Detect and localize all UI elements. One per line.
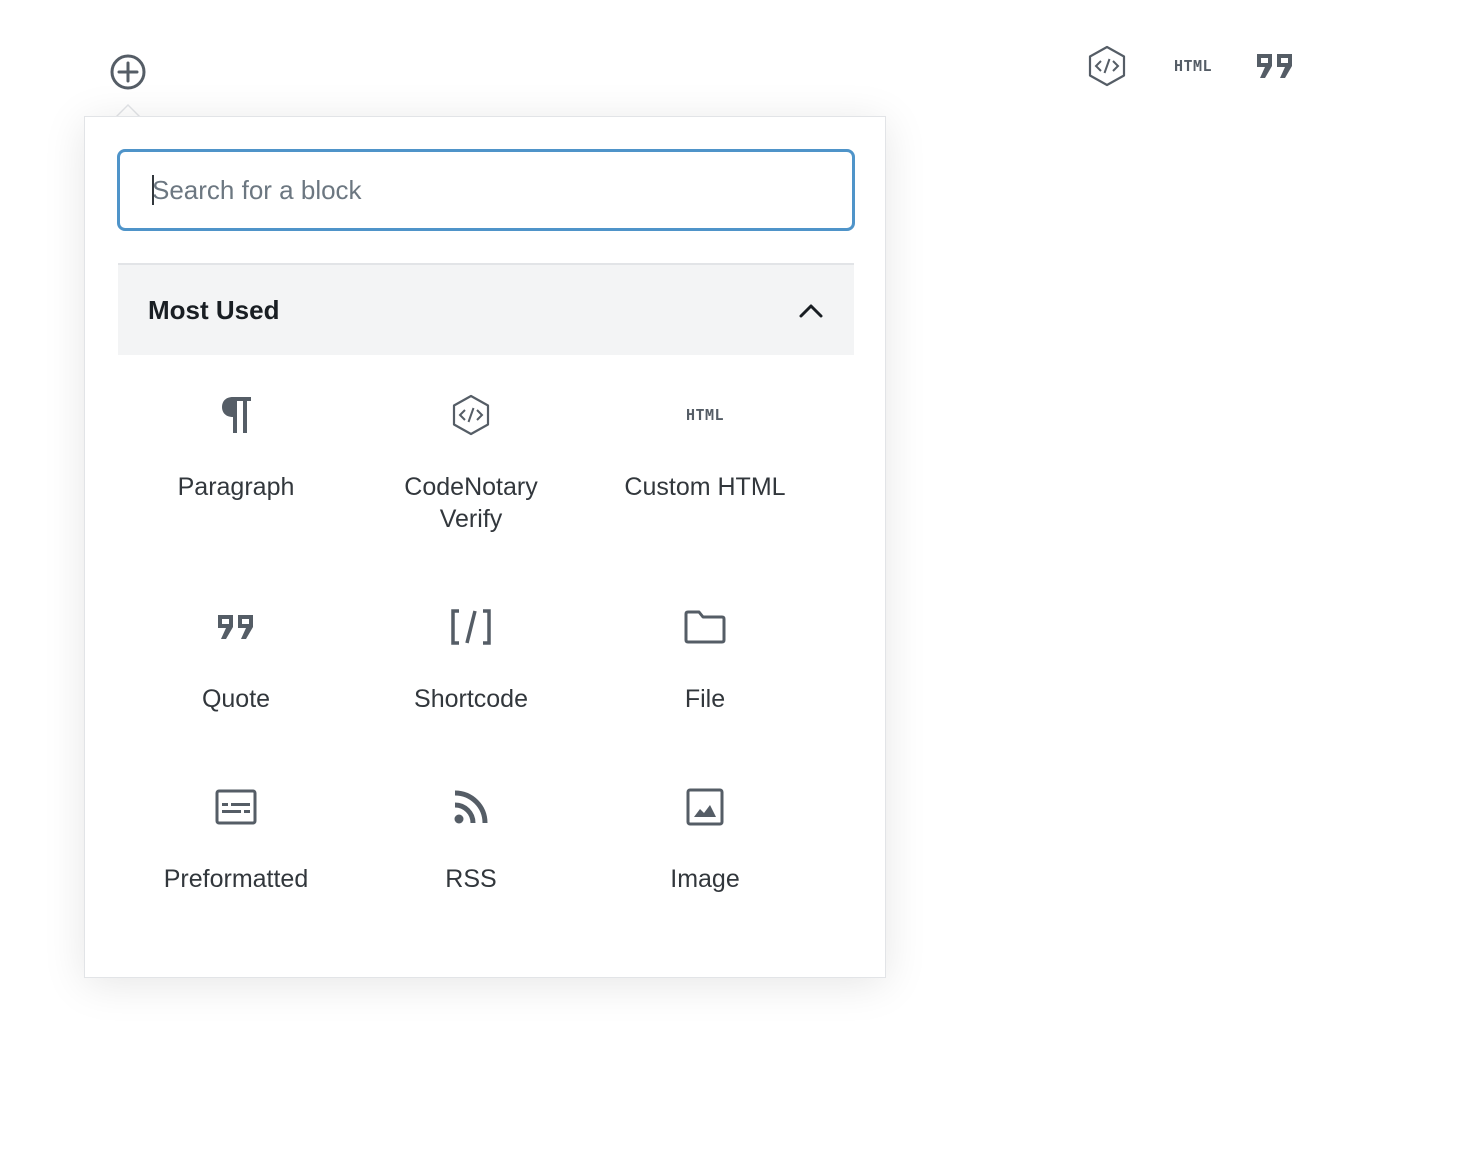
shortcode-icon bbox=[451, 609, 491, 645]
block-item-preformatted[interactable]: Preformatted bbox=[119, 777, 353, 895]
codenotary-icon bbox=[1088, 45, 1126, 87]
block-search bbox=[117, 149, 855, 231]
block-item-custom-html[interactable]: HTML Custom HTML bbox=[588, 385, 822, 503]
add-block-button[interactable] bbox=[108, 52, 148, 92]
shortcut-quote-button[interactable] bbox=[1250, 40, 1300, 92]
block-label: Paragraph bbox=[177, 473, 295, 501]
block-item-file[interactable]: File bbox=[588, 597, 822, 715]
block-item-paragraph[interactable]: Paragraph bbox=[119, 385, 353, 503]
html-icon: HTML bbox=[685, 406, 725, 424]
block-label: RSS bbox=[445, 865, 497, 893]
quote-icon bbox=[1257, 54, 1292, 78]
block-item-quote[interactable]: Quote bbox=[119, 597, 353, 715]
block-label: Shortcode bbox=[414, 685, 528, 713]
codenotary-icon bbox=[452, 394, 490, 436]
block-item-rss[interactable]: RSS bbox=[354, 777, 588, 895]
block-inserter-popover: Most Used Paragraph bbox=[84, 116, 886, 978]
plus-circle-icon bbox=[110, 54, 146, 90]
block-label: File bbox=[684, 685, 726, 713]
chevron-up-icon bbox=[799, 304, 823, 318]
image-icon bbox=[686, 788, 724, 826]
paragraph-icon bbox=[222, 397, 251, 433]
block-label: Image bbox=[670, 865, 740, 893]
shortcut-html-button[interactable]: HTML bbox=[1160, 40, 1226, 92]
block-label: Quote bbox=[201, 685, 271, 713]
quote-icon bbox=[218, 615, 253, 639]
block-item-image[interactable]: Image bbox=[588, 777, 822, 895]
block-item-shortcode[interactable]: Shortcode bbox=[354, 597, 588, 715]
html-icon: HTML bbox=[1173, 57, 1213, 75]
preformatted-icon bbox=[215, 789, 257, 825]
rss-icon bbox=[454, 790, 488, 824]
shortcut-codenotary-button[interactable] bbox=[1082, 40, 1132, 92]
editor-canvas: HTML Most Used bbox=[0, 0, 1470, 1158]
most-used-panel-toggle[interactable]: Most Used bbox=[118, 263, 854, 355]
block-label: CodeNotary Verify bbox=[404, 473, 538, 533]
block-label: Preformatted bbox=[163, 865, 309, 893]
block-item-codenotary-verify[interactable]: CodeNotary Verify bbox=[354, 385, 588, 535]
panel-title: Most Used bbox=[148, 294, 280, 325]
text-caret bbox=[152, 175, 154, 205]
block-label: Custom HTML bbox=[624, 473, 786, 501]
block-search-input[interactable] bbox=[117, 149, 855, 231]
folder-icon bbox=[684, 610, 726, 644]
